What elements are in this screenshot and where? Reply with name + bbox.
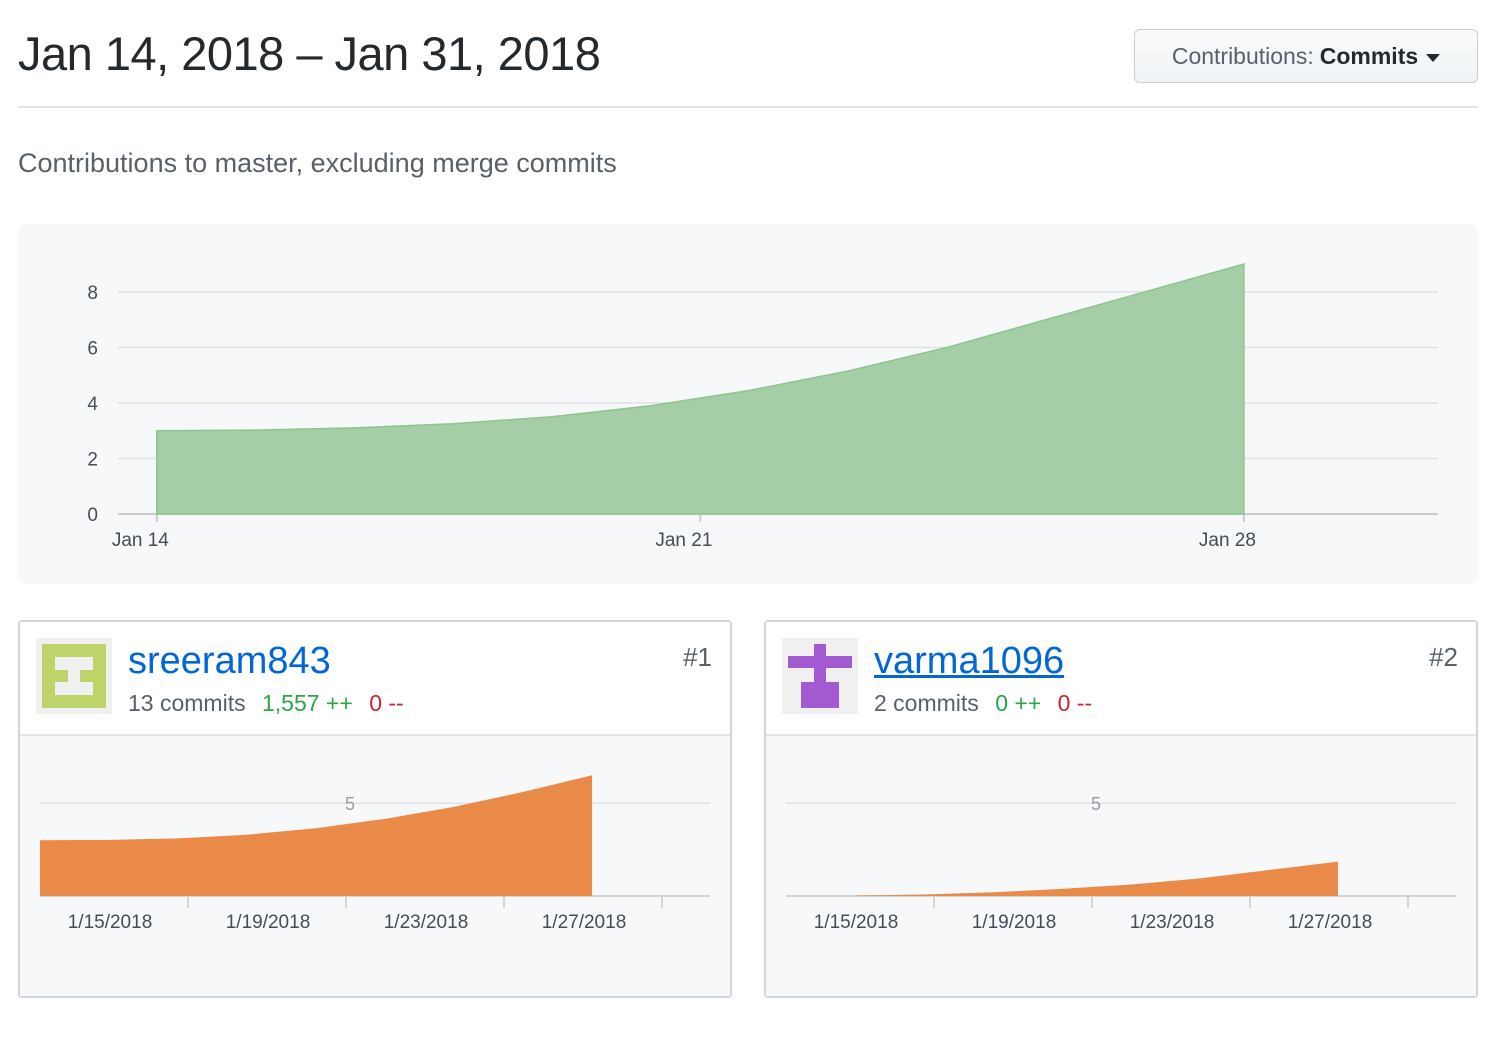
contributor-card: varma1096 2 commits 0 ++ 0 -- #2 5 1/15/2…: [764, 620, 1478, 998]
select-prefix-label: Contributions:: [1171, 42, 1314, 69]
contributor-commits-area: [40, 775, 592, 896]
contributor-card-header: sreeram843 13 commits 1,557 ++ 0 -- #1: [20, 622, 730, 736]
avatar[interactable]: [782, 638, 858, 714]
x-tick-label: 1/19/2018: [972, 912, 1057, 933]
caret-down-icon: [1426, 53, 1441, 62]
contributor-rank: #1: [683, 642, 712, 672]
contributor-chart: 5 1/15/2018 1/19/2018 1/23/2018 1/27/2018: [20, 736, 730, 996]
deletions-count: 0 --: [1057, 690, 1093, 716]
contributor-stats: 2 commits 0 ++ 0 --: [874, 690, 1092, 717]
x-tick-label: 1/27/2018: [1288, 912, 1373, 933]
contributor-username-link[interactable]: sreeram843: [128, 640, 331, 683]
x-tick-label: 1/23/2018: [384, 912, 469, 933]
contributor-card: sreeram843 13 commits 1,557 ++ 0 -- #1 5…: [18, 620, 732, 998]
contributor-chart-svg: 5 1/15/2018 1/19/2018 1/23/2018 1/27/2018: [40, 775, 710, 933]
chart-subtitle: Contributions to master, excluding merge…: [18, 148, 617, 178]
contributor-username-link[interactable]: varma1096: [874, 640, 1064, 683]
x-tick-label: Jan 21: [655, 530, 712, 551]
y-tick-label: 8: [87, 283, 98, 304]
y-tick-label: 6: [87, 338, 98, 359]
main-contributions-chart: 0 2 4 6 8 Jan 14 Jan 21 Jan 28: [18, 224, 1478, 584]
commits-area-series: [156, 263, 1245, 515]
x-tick-label: Jan 14: [112, 530, 169, 551]
contributions-type-select[interactable]: Contributions: Commits: [1134, 29, 1478, 83]
additions-count: 0 ++: [995, 690, 1042, 716]
commit-count: 2 commits: [874, 690, 979, 716]
contributor-card-header: varma1096 2 commits 0 ++ 0 -- #2: [766, 622, 1476, 736]
contributor-stats: 13 commits 1,557 ++ 0 --: [128, 690, 404, 717]
header: Jan 14, 2018 – Jan 31, 2018 Contribution…: [18, 0, 1478, 108]
deletions-count: 0 --: [369, 690, 404, 716]
x-tick-label: Jan 28: [1199, 530, 1256, 551]
y-tick-label: 5: [345, 794, 355, 814]
x-tick-label: 1/15/2018: [814, 912, 899, 933]
y-tick-label: 5: [1091, 794, 1101, 814]
x-tick-label: 1/15/2018: [68, 912, 153, 933]
select-value-label: Commits: [1319, 42, 1419, 69]
avatar[interactable]: [36, 638, 112, 714]
main-chart-svg: 0 2 4 6 8 Jan 14 Jan 21 Jan 28: [87, 263, 1438, 551]
contributor-rank: #2: [1429, 642, 1458, 672]
page-title: Jan 14, 2018 – Jan 31, 2018: [18, 27, 601, 80]
identicon-icon: [36, 638, 112, 714]
contributor-chart: 5 1/15/2018 1/19/2018 1/23/2018 1/27/2018: [766, 736, 1476, 996]
x-tick-label: 1/19/2018: [226, 912, 311, 933]
y-tick-label: 0: [87, 505, 98, 526]
contributor-commits-area: [855, 861, 1338, 896]
y-tick-label: 4: [87, 394, 98, 415]
identicon-icon: [782, 638, 858, 714]
x-tick-label: 1/23/2018: [1130, 912, 1215, 933]
commit-count: 13 commits: [128, 690, 246, 716]
x-tick-label: 1/27/2018: [542, 912, 627, 933]
additions-count: 1,557 ++: [261, 690, 353, 716]
contributor-chart-svg: 5 1/15/2018 1/19/2018 1/23/2018 1/27/2018: [786, 794, 1456, 933]
y-tick-label: 2: [87, 449, 98, 470]
